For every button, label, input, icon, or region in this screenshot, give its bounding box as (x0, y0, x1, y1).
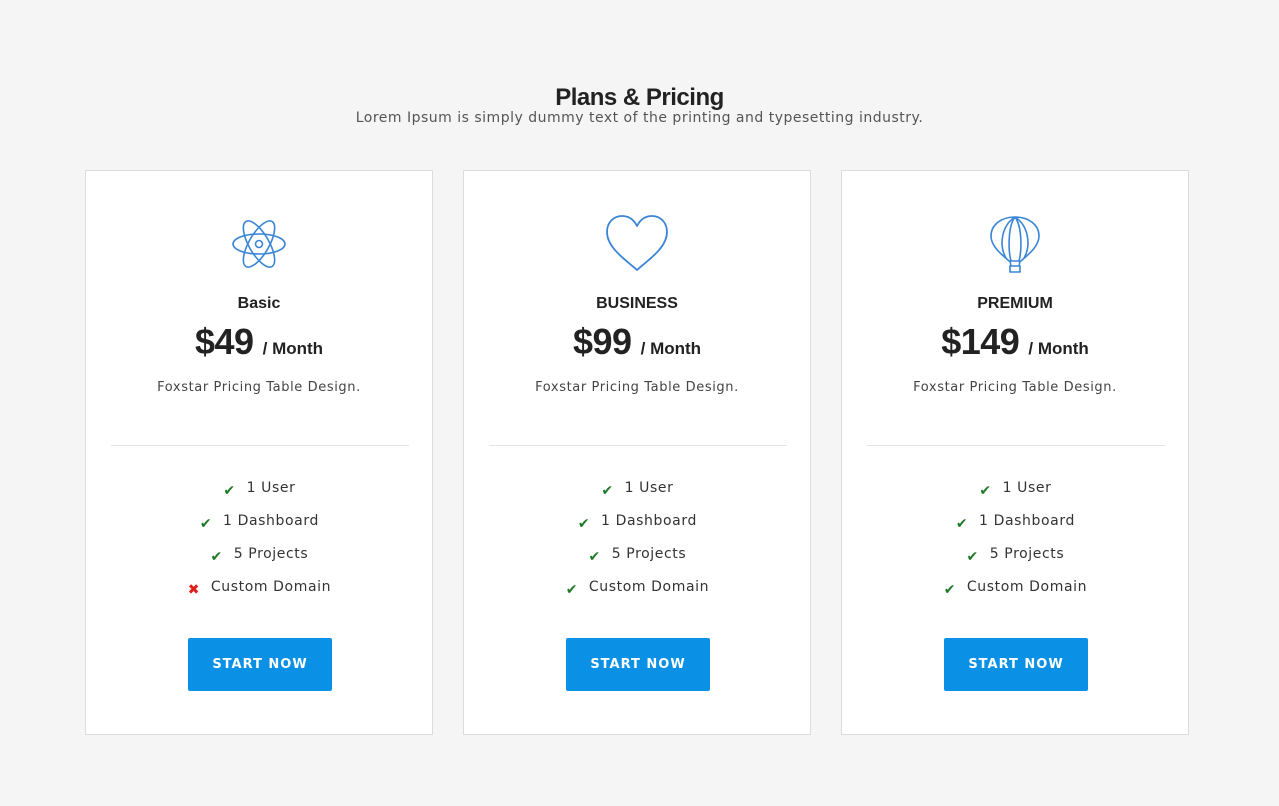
check-icon: ✔ (565, 582, 579, 598)
feature-label: 1 Dashboard (223, 513, 319, 529)
feature-label: 5 Projects (611, 546, 687, 562)
price-row: $99 / Month (464, 321, 810, 363)
feature-item: ✔ 1 User (86, 478, 432, 511)
feature-label: 5 Projects (989, 546, 1065, 562)
feature-list: ✔ 1 User ✔ 1 Dashboard ✔ 5 Projects ✖ Custom… (86, 478, 432, 610)
check-icon: ✔ (966, 549, 979, 565)
feature-item: ✔ 5 Projects (842, 544, 1188, 577)
cross-icon: ✖ (187, 582, 201, 598)
check-icon: ✔ (588, 549, 601, 565)
feature-label: Custom Domain (588, 579, 710, 595)
plan-tagline: Foxstar Pricing Table Design. (535, 380, 739, 395)
plan-period: / Month (640, 339, 702, 358)
feature-label: 1 Dashboard (601, 513, 697, 529)
check-icon: ✔ (979, 483, 992, 499)
feature-label: 1 Dashboard (979, 513, 1075, 529)
divider (867, 445, 1165, 446)
start-now-button[interactable]: START NOW (188, 638, 332, 691)
pricing-card-basic: Basic $49 / Month Foxstar Pricing Table … (85, 170, 433, 735)
plan-period: / Month (262, 339, 324, 358)
check-icon: ✔ (601, 483, 614, 499)
plan-period: / Month (1028, 339, 1089, 358)
feature-item: ✔ Custom Domain (842, 577, 1188, 610)
feature-label: 5 Projects (233, 546, 309, 562)
price-row: $149 / Month (842, 321, 1188, 363)
check-icon: ✔ (943, 582, 957, 598)
plan-price: $99 (572, 321, 632, 362)
pricing-card-premium: PREMIUM $149 / Month Foxstar Pricing Tab… (841, 170, 1189, 735)
feature-item: ✔ 1 Dashboard (842, 511, 1188, 544)
feature-item: ✔ 1 User (464, 478, 810, 511)
start-now-button[interactable]: START NOW (944, 638, 1088, 691)
plan-name: BUSINESS (596, 295, 678, 312)
feature-item: ✔ 5 Projects (86, 544, 432, 577)
check-icon: ✔ (223, 483, 236, 499)
feature-label: 1 User (1002, 480, 1052, 496)
page-subtitle: Lorem Ipsum is simply dummy text of the … (355, 110, 924, 126)
atom-icon (86, 214, 432, 274)
feature-list: ✔ 1 User ✔ 1 Dashboard ✔ 5 Projects ✔ Custom… (842, 478, 1188, 610)
feature-item: ✔ 1 Dashboard (464, 511, 810, 544)
pricing-card-business: BUSINESS $99 / Month Foxstar Pricing Tab… (463, 170, 811, 735)
check-icon: ✔ (955, 516, 969, 532)
feature-item: ✔ 1 User (842, 478, 1188, 511)
feature-list: ✔ 1 User ✔ 1 Dashboard ✔ 5 Projects ✔ Custom… (464, 478, 810, 610)
page-title: Plans & Pricing (555, 84, 724, 112)
feature-item: ✔ 1 Dashboard (86, 511, 432, 544)
feature-label: 1 User (246, 480, 296, 496)
feature-label: Custom Domain (966, 579, 1088, 595)
pricing-cards: Basic $49 / Month Foxstar Pricing Table … (85, 170, 1189, 735)
feature-item: ✔ Custom Domain (464, 577, 810, 610)
plan-name: Basic (237, 295, 281, 312)
feature-label: 1 User (624, 480, 674, 496)
price-row: $49 / Month (86, 321, 432, 363)
hot-air-balloon-icon (842, 214, 1188, 274)
check-icon: ✔ (210, 549, 223, 565)
feature-label: Custom Domain (210, 579, 332, 595)
plan-name: PREMIUM (977, 295, 1053, 312)
feature-item: ✖ Custom Domain (86, 577, 432, 610)
plan-tagline: Foxstar Pricing Table Design. (913, 380, 1117, 395)
divider (489, 445, 787, 446)
divider (111, 445, 409, 446)
check-icon: ✔ (577, 516, 591, 532)
plan-price: $149 (941, 321, 1020, 362)
check-icon: ✔ (199, 516, 213, 532)
plan-price: $49 (194, 321, 254, 362)
plan-tagline: Foxstar Pricing Table Design. (157, 380, 361, 395)
heart-icon (464, 214, 810, 274)
start-now-button[interactable]: START NOW (566, 638, 710, 691)
feature-item: ✔ 5 Projects (464, 544, 810, 577)
